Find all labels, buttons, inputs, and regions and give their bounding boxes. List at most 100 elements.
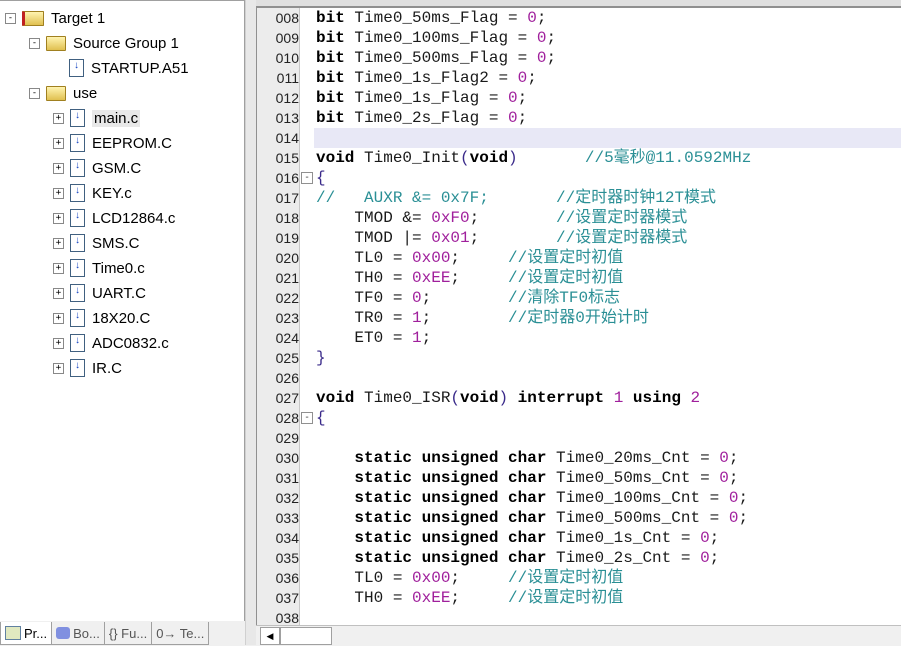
code-token: ;: [421, 329, 432, 347]
code-line[interactable]: {: [316, 168, 326, 188]
tree-item[interactable]: - Target 1: [5, 7, 105, 29]
code-token: // AUXR &= 0x7F; //定时器时钟12T模式: [316, 189, 717, 207]
tree-item[interactable]: - Source Group 1: [29, 32, 179, 54]
expand-icon[interactable]: +: [53, 362, 64, 374]
tree-item[interactable]: + ↓ Time0.c: [53, 257, 145, 279]
tree-item[interactable]: + ↓ UART.C: [53, 282, 146, 304]
c-file-icon: ↓: [70, 134, 85, 152]
expand-icon[interactable]: +: [53, 112, 64, 124]
code-line[interactable]: TH0 = 0xEE; //设置定时初值: [316, 268, 623, 288]
line-number: 010: [257, 48, 299, 68]
code-line[interactable]: static unsigned char Time0_2s_Cnt = 0;: [316, 548, 719, 568]
code-token: bit: [316, 89, 345, 107]
code-line[interactable]: bit Time0_500ms_Flag = 0;: [316, 48, 556, 68]
code-token: 0: [719, 469, 729, 487]
code-line[interactable]: {: [316, 408, 326, 428]
code-line[interactable]: TH0 = 0xEE; //设置定时初值: [316, 588, 623, 608]
code-token: Time0_20ms_Cnt =: [546, 449, 720, 467]
code-token: Time0_1s_Flag2 =: [344, 69, 518, 87]
code-token: ;: [421, 309, 509, 327]
code-token: 0x00: [412, 569, 451, 587]
code-token: 0: [508, 109, 518, 127]
code-line[interactable]: ET0 = 1;: [316, 328, 431, 348]
expand-icon[interactable]: +: [53, 237, 64, 249]
line-number-text: 008: [275, 10, 299, 26]
line-number: 015: [257, 148, 299, 168]
collapse-icon[interactable]: -: [29, 37, 40, 49]
code-line[interactable]: // AUXR &= 0x7F; //定时器时钟12T模式: [316, 188, 716, 208]
expand-icon[interactable]: +: [53, 337, 64, 349]
line-number: 020: [257, 248, 299, 268]
scroll-thumb[interactable]: [280, 627, 332, 645]
scroll-left-button[interactable]: ◀: [260, 627, 280, 645]
code-token: ;: [728, 469, 739, 487]
c-file-icon: ↓: [70, 309, 85, 327]
expand-icon[interactable]: +: [53, 137, 64, 149]
expand-icon[interactable]: +: [53, 187, 64, 199]
expand-icon[interactable]: +: [53, 287, 64, 299]
line-number: 014: [257, 128, 299, 148]
code-token: Time0_1s_Flag =: [344, 89, 509, 107]
tree-item[interactable]: + ↓ IR.C: [53, 357, 122, 379]
panel-tab[interactable]: Bo...: [51, 622, 105, 645]
code-line[interactable]: void Time0_ISR(void) interrupt 1 using 2: [316, 388, 700, 408]
expand-icon[interactable]: +: [53, 262, 64, 274]
horizontal-scrollbar[interactable]: ◀: [256, 625, 901, 646]
code-token: Time0_500ms_Cnt =: [546, 509, 729, 527]
code-line[interactable]: bit Time0_1s_Flag2 = 0;: [316, 68, 537, 88]
code-line[interactable]: TL0 = 0x00; //设置定时初值: [316, 568, 623, 588]
tree-item[interactable]: + ↓ GSM.C: [53, 157, 141, 179]
panel-tab[interactable]: {} Fu...: [103, 622, 153, 645]
tree-item[interactable]: + ↓ ADC0832.c: [53, 332, 169, 354]
code-line[interactable]: bit Time0_50ms_Flag = 0;: [316, 8, 546, 28]
code-token: void: [469, 149, 509, 167]
code-line[interactable]: bit Time0_1s_Flag = 0;: [316, 88, 527, 108]
code-token: ;: [738, 489, 749, 507]
expand-icon[interactable]: +: [53, 212, 64, 224]
code-line[interactable]: bit Time0_100ms_Flag = 0;: [316, 28, 556, 48]
panel-tab[interactable]: 0→ Te...: [151, 622, 210, 645]
tree-item-label: ADC0832.c: [92, 334, 169, 352]
code-line[interactable]: }: [316, 348, 326, 368]
code-token: 0: [508, 89, 518, 107]
tree-item[interactable]: + ↓ LCD12864.c: [53, 207, 175, 229]
code-line[interactable]: void Time0_Init(void) //5毫秒@11.0592MHz: [316, 148, 751, 168]
tree-item[interactable]: + ↓ KEY.c: [53, 182, 132, 204]
code-line[interactable]: TR0 = 1; //定时器0开始计时: [316, 308, 648, 328]
panel-tab[interactable]: Pr...: [0, 622, 53, 645]
line-number-text: 031: [275, 470, 299, 486]
line-number: 024: [257, 328, 299, 348]
tree-item[interactable]: + ↓ 18X20.C: [53, 307, 150, 329]
code-token: void: [316, 389, 355, 407]
tree-item[interactable]: + ↓ EEPROM.C: [53, 132, 172, 154]
code-line[interactable]: static unsigned char Time0_1s_Cnt = 0;: [316, 528, 719, 548]
code-token: 1: [613, 389, 624, 407]
code-editor[interactable]: 008 009 010 011 012 013 014 015 016 017 018 019 020 0…: [256, 6, 901, 627]
code-line[interactable]: static unsigned char Time0_50ms_Cnt = 0;: [316, 468, 738, 488]
line-number: 021: [257, 268, 299, 288]
fold-toggle-icon[interactable]: -: [301, 172, 313, 184]
code-line[interactable]: static unsigned char Time0_20ms_Cnt = 0;: [316, 448, 738, 468]
tree-item[interactable]: + ↓ SMS.C: [53, 232, 140, 254]
expand-icon[interactable]: +: [53, 312, 64, 324]
code-token: TF0 =: [316, 289, 413, 307]
code-line[interactable]: TL0 = 0x00; //设置定时初值: [316, 248, 623, 268]
folder-icon: [46, 35, 66, 51]
code-line[interactable]: static unsigned char Time0_100ms_Cnt = 0…: [316, 488, 748, 508]
code-line[interactable]: TMOD |= 0x01; //设置定时器模式: [316, 228, 687, 248]
collapse-icon[interactable]: -: [29, 87, 40, 99]
fold-toggle-icon[interactable]: -: [301, 412, 313, 424]
code-token: //设置定时初值: [508, 249, 624, 267]
tree-item[interactable]: ↓ STARTUP.A51: [53, 57, 189, 79]
tree-item[interactable]: - use: [29, 82, 97, 104]
code-line[interactable]: TMOD &= 0xF0; //设置定时器模式: [316, 208, 687, 228]
tree-item[interactable]: + ↓ main.c: [53, 107, 141, 129]
code-line[interactable]: TF0 = 0; //清除TF0标志: [316, 288, 620, 308]
collapse-icon[interactable]: -: [5, 12, 16, 24]
code-line[interactable]: bit Time0_2s_Flag = 0;: [316, 108, 527, 128]
code-token: ;: [709, 549, 720, 567]
code-token: ;: [709, 529, 720, 547]
expand-icon[interactable]: +: [53, 162, 64, 174]
code-line[interactable]: static unsigned char Time0_500ms_Cnt = 0…: [316, 508, 748, 528]
